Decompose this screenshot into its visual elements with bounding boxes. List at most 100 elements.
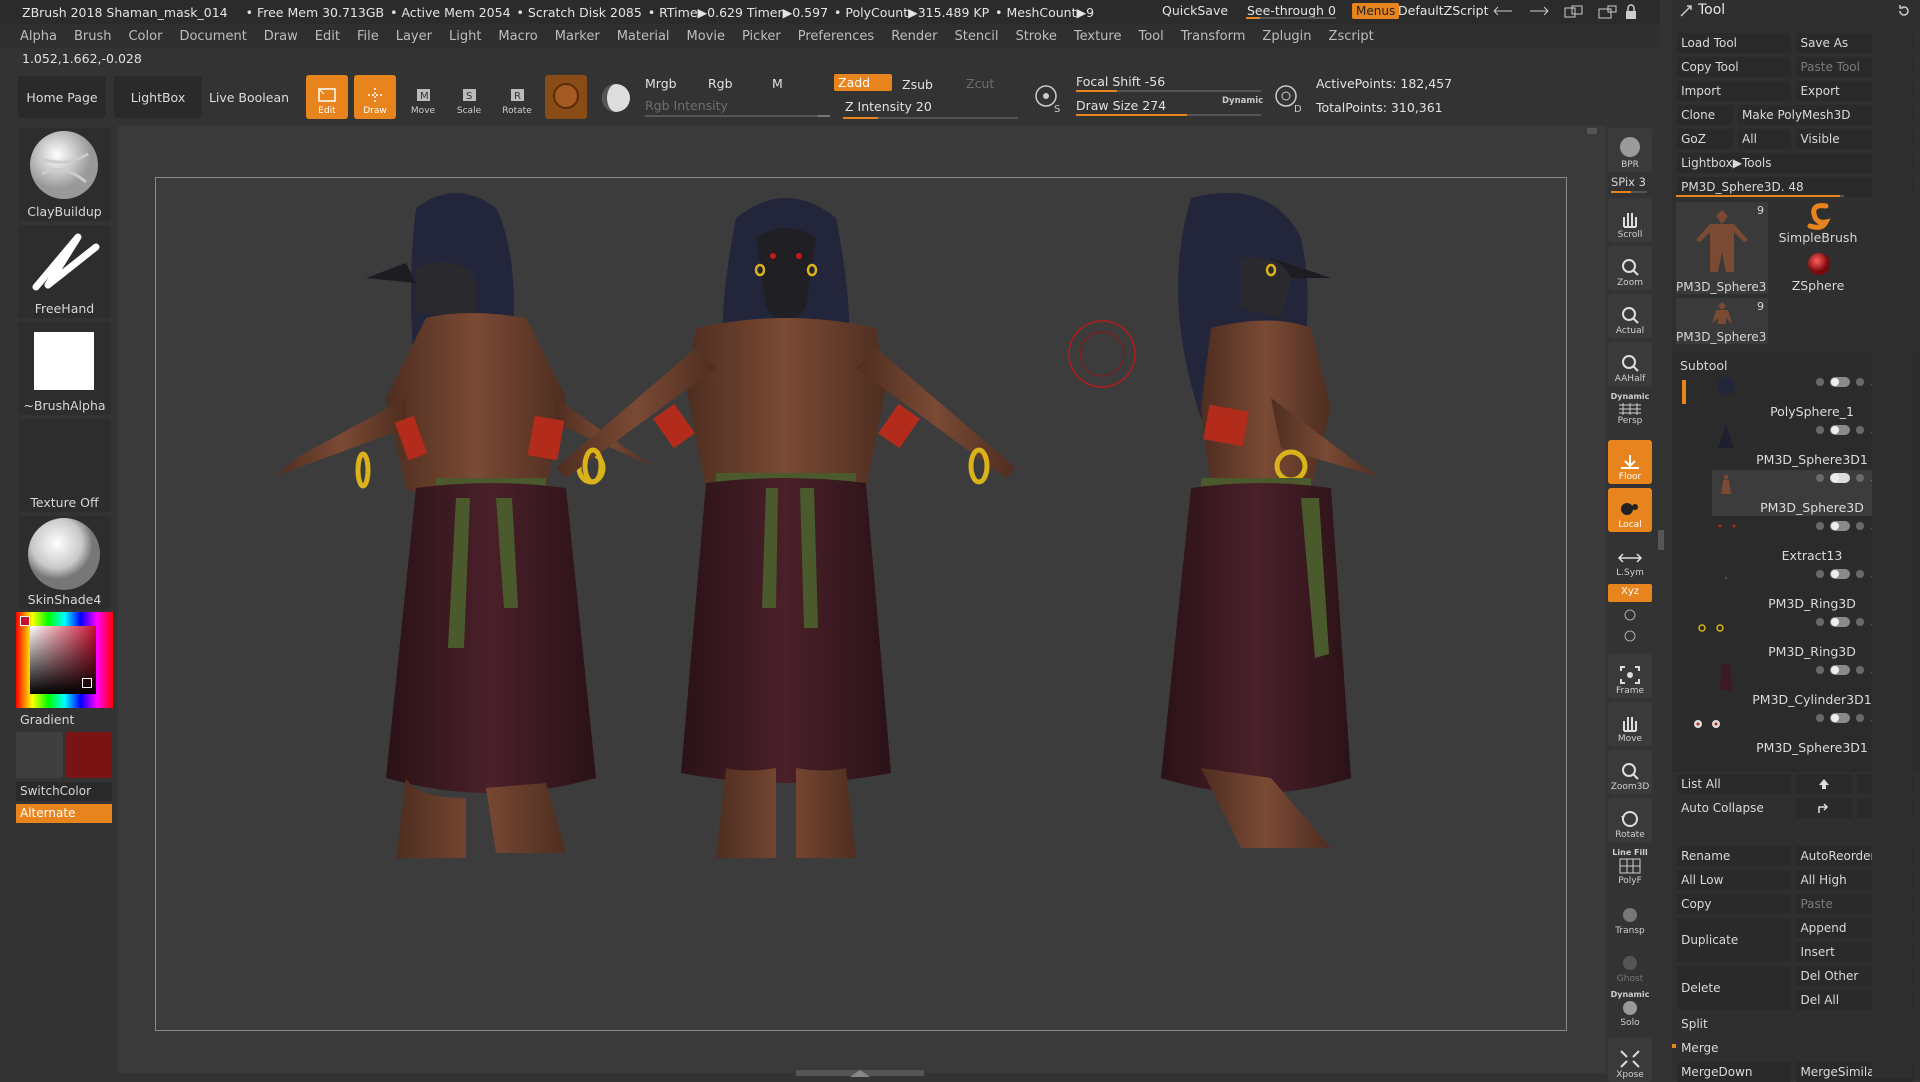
menus-button[interactable]: Menus [1352, 3, 1400, 19]
subtool-polypaint-icon[interactable] [1816, 618, 1824, 626]
menu-alpha[interactable]: Alpha [20, 29, 57, 44]
auto-collapse-button[interactable]: Auto Collapse [1677, 798, 1791, 818]
shaman-model-front[interactable] [556, 198, 1016, 858]
zoom-button[interactable]: Zoom [1608, 246, 1652, 290]
spix-label[interactable]: SPix 3 [1611, 175, 1646, 189]
transp-button[interactable]: Transp [1608, 894, 1652, 938]
aahalf-button[interactable]: AAHalf [1608, 342, 1652, 386]
color-cursor[interactable] [82, 678, 92, 688]
canvas-scroll-marker[interactable] [1587, 128, 1597, 134]
rgb-intensity-track[interactable] [645, 115, 830, 117]
document-canvas[interactable] [155, 177, 1567, 1031]
list-all-button[interactable]: List All [1677, 774, 1792, 794]
menu-brush[interactable]: Brush [74, 29, 112, 44]
menu-preferences[interactable]: Preferences [798, 29, 874, 44]
see-through-slider[interactable] [1246, 17, 1336, 19]
polyf-button[interactable]: Line Fill PolyF [1608, 846, 1652, 890]
home-page-button[interactable]: Home Page [18, 76, 106, 118]
quicksave-button[interactable]: QuickSave [1162, 3, 1228, 18]
bpr-button[interactable]: BPR [1608, 128, 1652, 172]
tool-thumb-pm3d-sphere-2[interactable]: 9 PM3D_Sphere3 [1676, 298, 1768, 344]
draw-size-track[interactable] [1076, 114, 1261, 116]
move-view-button[interactable]: Move [1608, 702, 1652, 746]
menu-tool[interactable]: Tool [1138, 29, 1163, 44]
tool-thumb-simplebrush[interactable]: SimpleBrush [1772, 202, 1864, 248]
material-swatch-button[interactable] [545, 75, 587, 119]
layout2-icon[interactable] [1598, 5, 1618, 19]
alpha-thumbnail[interactable]: ~BrushAlpha [18, 322, 111, 415]
reorder-up-button[interactable] [1796, 798, 1853, 818]
subtool-dot-icon[interactable] [1856, 666, 1864, 674]
local-button[interactable]: Local [1608, 488, 1652, 532]
zcut-button[interactable]: Zcut [966, 76, 994, 91]
lock-icon[interactable] [1624, 4, 1638, 20]
frame-button[interactable]: Frame [1608, 654, 1652, 698]
subtool-toggle[interactable] [1830, 665, 1850, 675]
xpose-button[interactable]: Xpose [1608, 1038, 1652, 1082]
alternate-button[interactable]: Alternate [16, 804, 112, 823]
xyz-button[interactable]: Xyz [1608, 584, 1652, 602]
rotate-view-button[interactable]: Rotate [1608, 798, 1652, 842]
collapse-tray-icon[interactable] [848, 1069, 872, 1079]
zoom3d-button[interactable]: Zoom3D [1608, 750, 1652, 794]
duplicate-button[interactable]: Duplicate [1677, 918, 1792, 962]
menu-stroke[interactable]: Stroke [1015, 29, 1056, 44]
menu-file[interactable]: File [357, 29, 379, 44]
gradient-label[interactable]: Gradient [20, 712, 74, 727]
subtool-dot-icon[interactable] [1856, 474, 1864, 482]
rotation-axis-icons[interactable] [1619, 606, 1641, 646]
subtool-polypaint-icon[interactable] [1816, 426, 1824, 434]
size-up-icon[interactable] [1528, 5, 1550, 17]
subtool-toggle[interactable] [1830, 473, 1850, 483]
subtool-dot-icon[interactable] [1856, 618, 1864, 626]
zadd-button[interactable]: Zadd [834, 74, 892, 91]
current-tool-track[interactable] [1676, 195, 1844, 197]
subtool-toggle[interactable] [1830, 617, 1850, 627]
subtool-polypaint-icon[interactable] [1816, 570, 1824, 578]
lightbox-button[interactable]: LightBox [114, 76, 202, 118]
subtool-dot-icon[interactable] [1856, 714, 1864, 722]
default-zscript-button[interactable]: DefaultZScript [1398, 3, 1489, 18]
rotate-mode-button[interactable]: R Rotate [496, 75, 538, 119]
m-button[interactable]: M [772, 76, 783, 91]
menu-color[interactable]: Color [128, 29, 162, 44]
menu-document[interactable]: Document [179, 29, 246, 44]
color-picker[interactable] [16, 612, 113, 708]
goz-button[interactable]: GoZ [1677, 129, 1733, 149]
subtool-scrollbar[interactable] [1682, 380, 1686, 404]
subtool-header[interactable]: Subtool [1680, 358, 1727, 373]
menu-macro[interactable]: Macro [498, 29, 537, 44]
spix-slider[interactable] [1611, 191, 1647, 193]
zsub-button[interactable]: Zsub [902, 77, 933, 92]
rename-button[interactable]: Rename [1677, 846, 1792, 866]
draw-mode-button[interactable]: Draw [354, 75, 396, 119]
menu-picker[interactable]: Picker [742, 29, 781, 44]
mrgb-button[interactable]: Mrgb [645, 76, 677, 91]
secondary-color-swatch[interactable] [66, 732, 112, 778]
move-mode-button[interactable]: M Move [402, 75, 444, 119]
menu-material[interactable]: Material [617, 29, 670, 44]
copy-tool-button[interactable]: Copy Tool [1677, 57, 1792, 77]
menu-zscript[interactable]: Zscript [1329, 29, 1374, 44]
right-tray-divider[interactable] [1658, 530, 1664, 550]
scroll-button[interactable]: Scroll [1608, 198, 1652, 242]
subtool-polypaint-icon[interactable] [1816, 522, 1824, 530]
subtool-dot-icon[interactable] [1856, 378, 1864, 386]
import-button[interactable]: Import [1677, 81, 1792, 101]
subtool-dot-icon[interactable] [1856, 426, 1864, 434]
menu-transform[interactable]: Transform [1181, 29, 1246, 44]
tool-panel-reset-icon[interactable] [1896, 3, 1912, 19]
menu-marker[interactable]: Marker [555, 29, 600, 44]
draw-size-icon[interactable]: D [1272, 82, 1304, 114]
menu-edit[interactable]: Edit [315, 29, 340, 44]
current-tool-slider[interactable]: PM3D_Sphere3D. 48 [1677, 177, 1891, 197]
subtool-toggle[interactable] [1830, 713, 1850, 723]
sphere-brush-icon[interactable] [600, 82, 632, 114]
solo-button[interactable]: Dynamic Solo [1608, 990, 1652, 1034]
texture-thumbnail[interactable]: Texture Off [18, 419, 111, 512]
draw-size-slider[interactable]: Draw Size 274 [1076, 98, 1166, 113]
menu-light[interactable]: Light [449, 29, 481, 44]
floor-button[interactable]: Floor [1608, 440, 1652, 484]
rgb-intensity-slider[interactable]: Rgb Intensity [645, 98, 728, 113]
actual-button[interactable]: Actual [1608, 294, 1652, 338]
